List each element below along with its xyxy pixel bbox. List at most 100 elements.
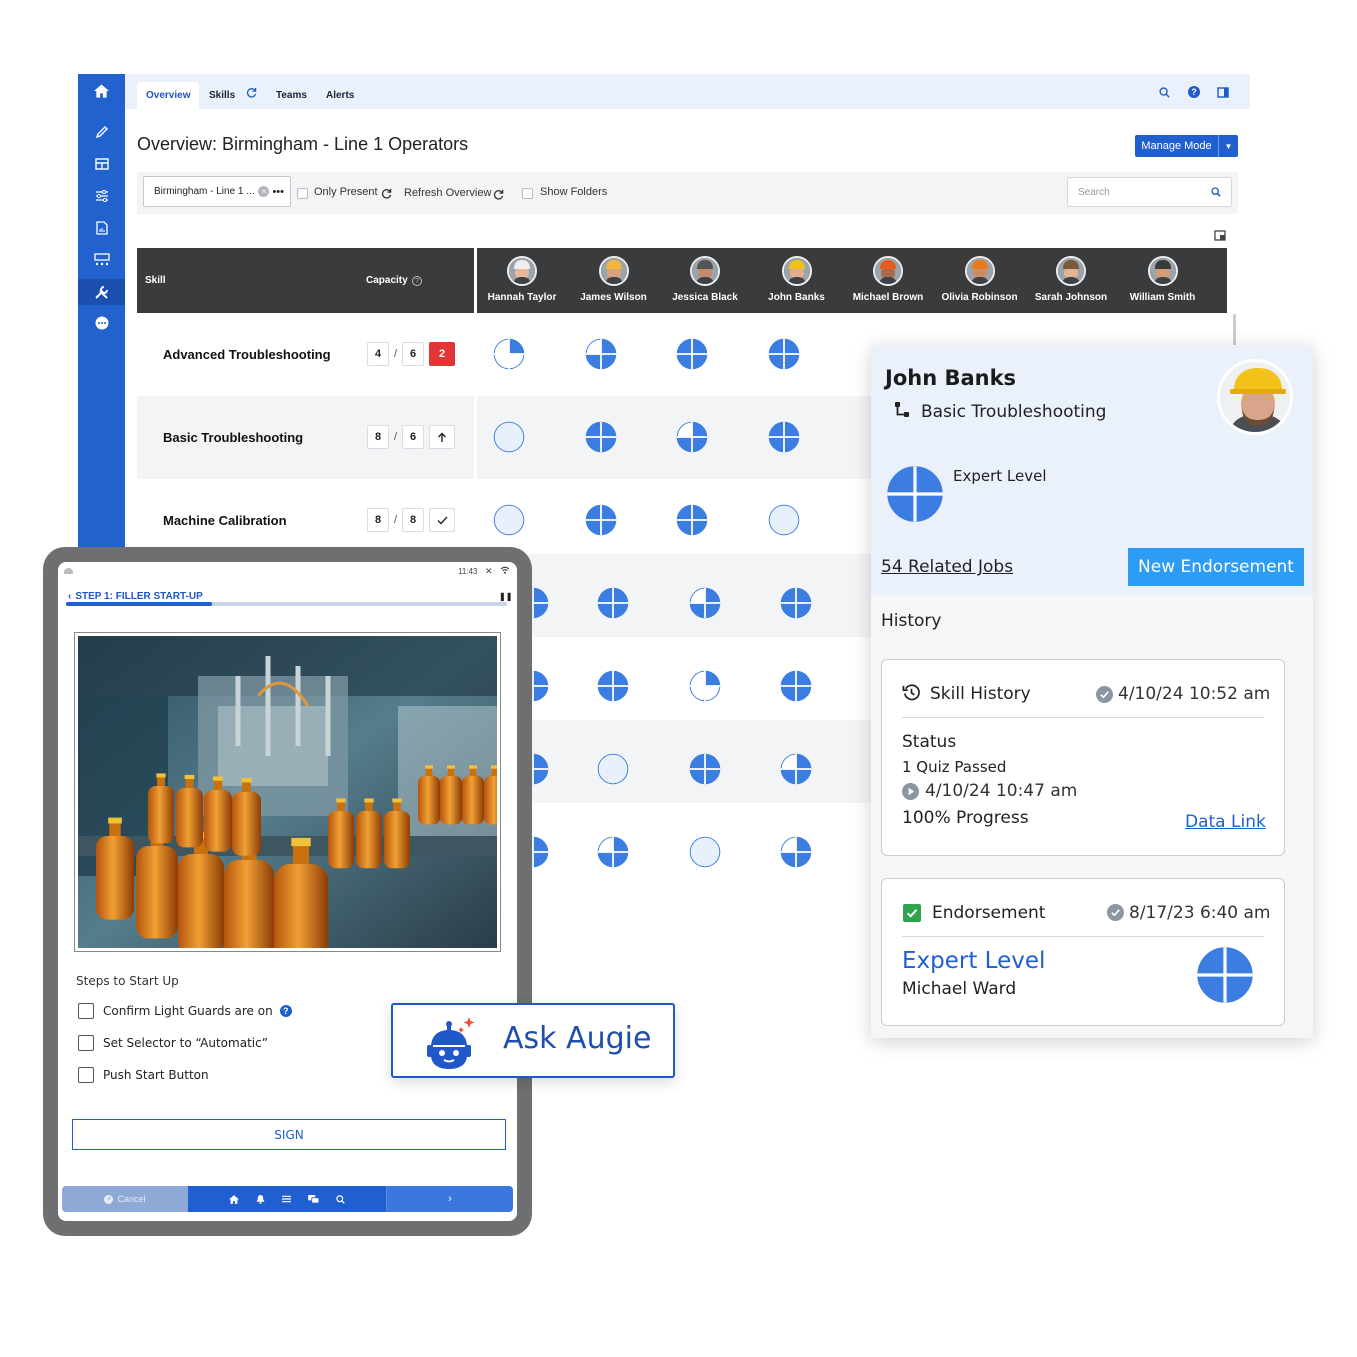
skill-level-pie[interactable] (676, 504, 708, 536)
search-icon[interactable] (1156, 84, 1172, 100)
skill-level-pie[interactable] (689, 753, 721, 785)
wifi-icon (500, 566, 510, 576)
skill-name[interactable]: Machine Calibration (163, 513, 287, 528)
skill-level-pie[interactable] (780, 836, 812, 868)
skill-level-pie[interactable] (676, 421, 708, 453)
home-icon[interactable] (78, 78, 125, 104)
person-column-header[interactable]: Michael Brown (842, 256, 934, 303)
manage-mode-label: Manage Mode (1141, 140, 1212, 152)
tab-alerts[interactable]: Alerts (317, 82, 363, 109)
person-column-header[interactable]: James Wilson (568, 256, 660, 303)
refresh-icon[interactable] (381, 186, 392, 204)
capacity-need[interactable]: 6 (402, 342, 425, 366)
person-column-header[interactable]: Sarah Johnson (1025, 256, 1117, 303)
skill-level-pie[interactable] (493, 338, 525, 370)
capacity-separator: / (394, 431, 398, 443)
step-item[interactable]: Push Start Button (78, 1067, 209, 1083)
person-name: Michael Brown (852, 292, 924, 303)
pencil-icon[interactable] (78, 120, 125, 144)
skill-level-pie[interactable] (493, 421, 525, 453)
capacity-column-header[interactable]: Capacity (366, 275, 408, 286)
tab-teams[interactable]: Teams (267, 82, 316, 109)
skill-level-pie[interactable] (780, 587, 812, 619)
location-selector[interactable]: Birmingham - Line 1 ... × ••• (143, 176, 291, 207)
person-column-header[interactable]: John Banks (751, 256, 843, 303)
skill-level-pie[interactable] (768, 421, 800, 453)
skill-column-header[interactable]: Skill (145, 275, 166, 286)
table-icon[interactable] (78, 152, 125, 176)
skill-level-pie[interactable] (493, 504, 525, 536)
next-button[interactable]: › (387, 1186, 513, 1212)
sign-button[interactable]: SIGN (72, 1119, 506, 1150)
person-column-header[interactable]: Jessica Black (659, 256, 751, 303)
org-chart-icon[interactable] (78, 248, 125, 272)
only-present-checkbox[interactable] (297, 188, 308, 199)
step-title[interactable]: ‹ STEP 1: FILLER START-UP (68, 591, 203, 602)
search-icon[interactable] (336, 1194, 345, 1204)
person-column-header[interactable]: William Smith (1117, 256, 1209, 303)
show-folders-checkbox[interactable] (522, 188, 533, 199)
pause-icon[interactable]: ❚❚ (499, 592, 512, 601)
step-checkbox[interactable] (78, 1067, 94, 1083)
skill-level-pie[interactable] (780, 753, 812, 785)
skill-level-pie[interactable] (597, 587, 629, 619)
data-link[interactable]: Data Link (1185, 812, 1266, 832)
document-icon[interactable] (78, 216, 125, 240)
sliders-icon[interactable] (78, 184, 125, 208)
tab-skills[interactable]: Skills (200, 82, 244, 109)
info-icon[interactable]: ? (412, 276, 422, 286)
skill-name[interactable]: Advanced Troubleshooting (163, 347, 331, 362)
skill-history-title: Skill History (930, 684, 1031, 704)
skill-level-pie[interactable] (768, 504, 800, 536)
skill-level-pie[interactable] (676, 338, 708, 370)
tools-icon[interactable] (78, 279, 125, 305)
skill-level-pie[interactable] (768, 338, 800, 370)
ellipsis-icon[interactable]: ••• (272, 186, 284, 198)
caret-down-icon[interactable]: ▼ (1218, 135, 1238, 157)
skill-level-pie[interactable] (689, 587, 721, 619)
skill-level-pie[interactable] (780, 670, 812, 702)
page-title: Overview: Birmingham - Line 1 Operators (137, 134, 469, 154)
chevron-left-icon[interactable]: ‹ (68, 591, 71, 602)
skill-level-pie[interactable] (689, 670, 721, 702)
step-checkbox[interactable] (78, 1035, 94, 1051)
skill-level-pie[interactable] (585, 338, 617, 370)
capacity-need[interactable]: 6 (402, 425, 425, 449)
chat-icon[interactable] (308, 1194, 319, 1204)
help-icon[interactable]: ? (279, 1005, 292, 1017)
search-placeholder: Search (1078, 186, 1110, 198)
bell-icon[interactable] (256, 1194, 265, 1204)
step-item[interactable]: Set Selector to “Automatic” (78, 1035, 268, 1051)
skill-level-pie[interactable] (597, 836, 629, 868)
tab-overview[interactable]: Overview (137, 82, 200, 109)
cancel-button[interactable]: × Cancel (62, 1186, 188, 1212)
search-icon[interactable] (1211, 187, 1221, 197)
skill-name[interactable]: Basic Troubleshooting (163, 430, 303, 445)
skill-level-pie[interactable] (597, 670, 629, 702)
person-column-header[interactable]: Olivia Robinson (934, 256, 1026, 303)
panel-toggle-icon[interactable] (1215, 84, 1231, 100)
clear-icon[interactable]: × (258, 186, 270, 197)
person-column-header[interactable]: Hannah Taylor (476, 256, 568, 303)
skill-level-pie[interactable] (585, 421, 617, 453)
refresh-icon[interactable] (493, 187, 504, 205)
related-jobs-link[interactable]: 54 Related Jobs (881, 557, 1013, 577)
help-icon[interactable]: ? (1186, 84, 1202, 100)
no-sim-icon: ✕ (485, 566, 493, 576)
refresh-overview-button[interactable]: Refresh Overview (404, 187, 491, 199)
skill-level-pie[interactable] (597, 753, 629, 785)
export-icon[interactable] (1214, 228, 1226, 246)
ask-augie-button[interactable]: Ask Augie (391, 1003, 675, 1078)
new-endorsement-button[interactable]: New Endorsement (1128, 548, 1304, 586)
step-item[interactable]: Confirm Light Guards are on ? (78, 1003, 292, 1019)
menu-icon[interactable] (282, 1195, 291, 1203)
more-icon[interactable] (78, 311, 125, 335)
capacity-need[interactable]: 8 (402, 508, 425, 532)
home-icon[interactable] (229, 1194, 239, 1204)
search-input[interactable]: Search (1067, 177, 1232, 207)
skill-level-pie[interactable] (585, 504, 617, 536)
refresh-icon[interactable] (244, 84, 258, 100)
step-checkbox[interactable] (78, 1003, 94, 1019)
manage-mode-button[interactable]: Manage Mode ▼ (1135, 135, 1238, 157)
skill-level-pie[interactable] (689, 836, 721, 868)
